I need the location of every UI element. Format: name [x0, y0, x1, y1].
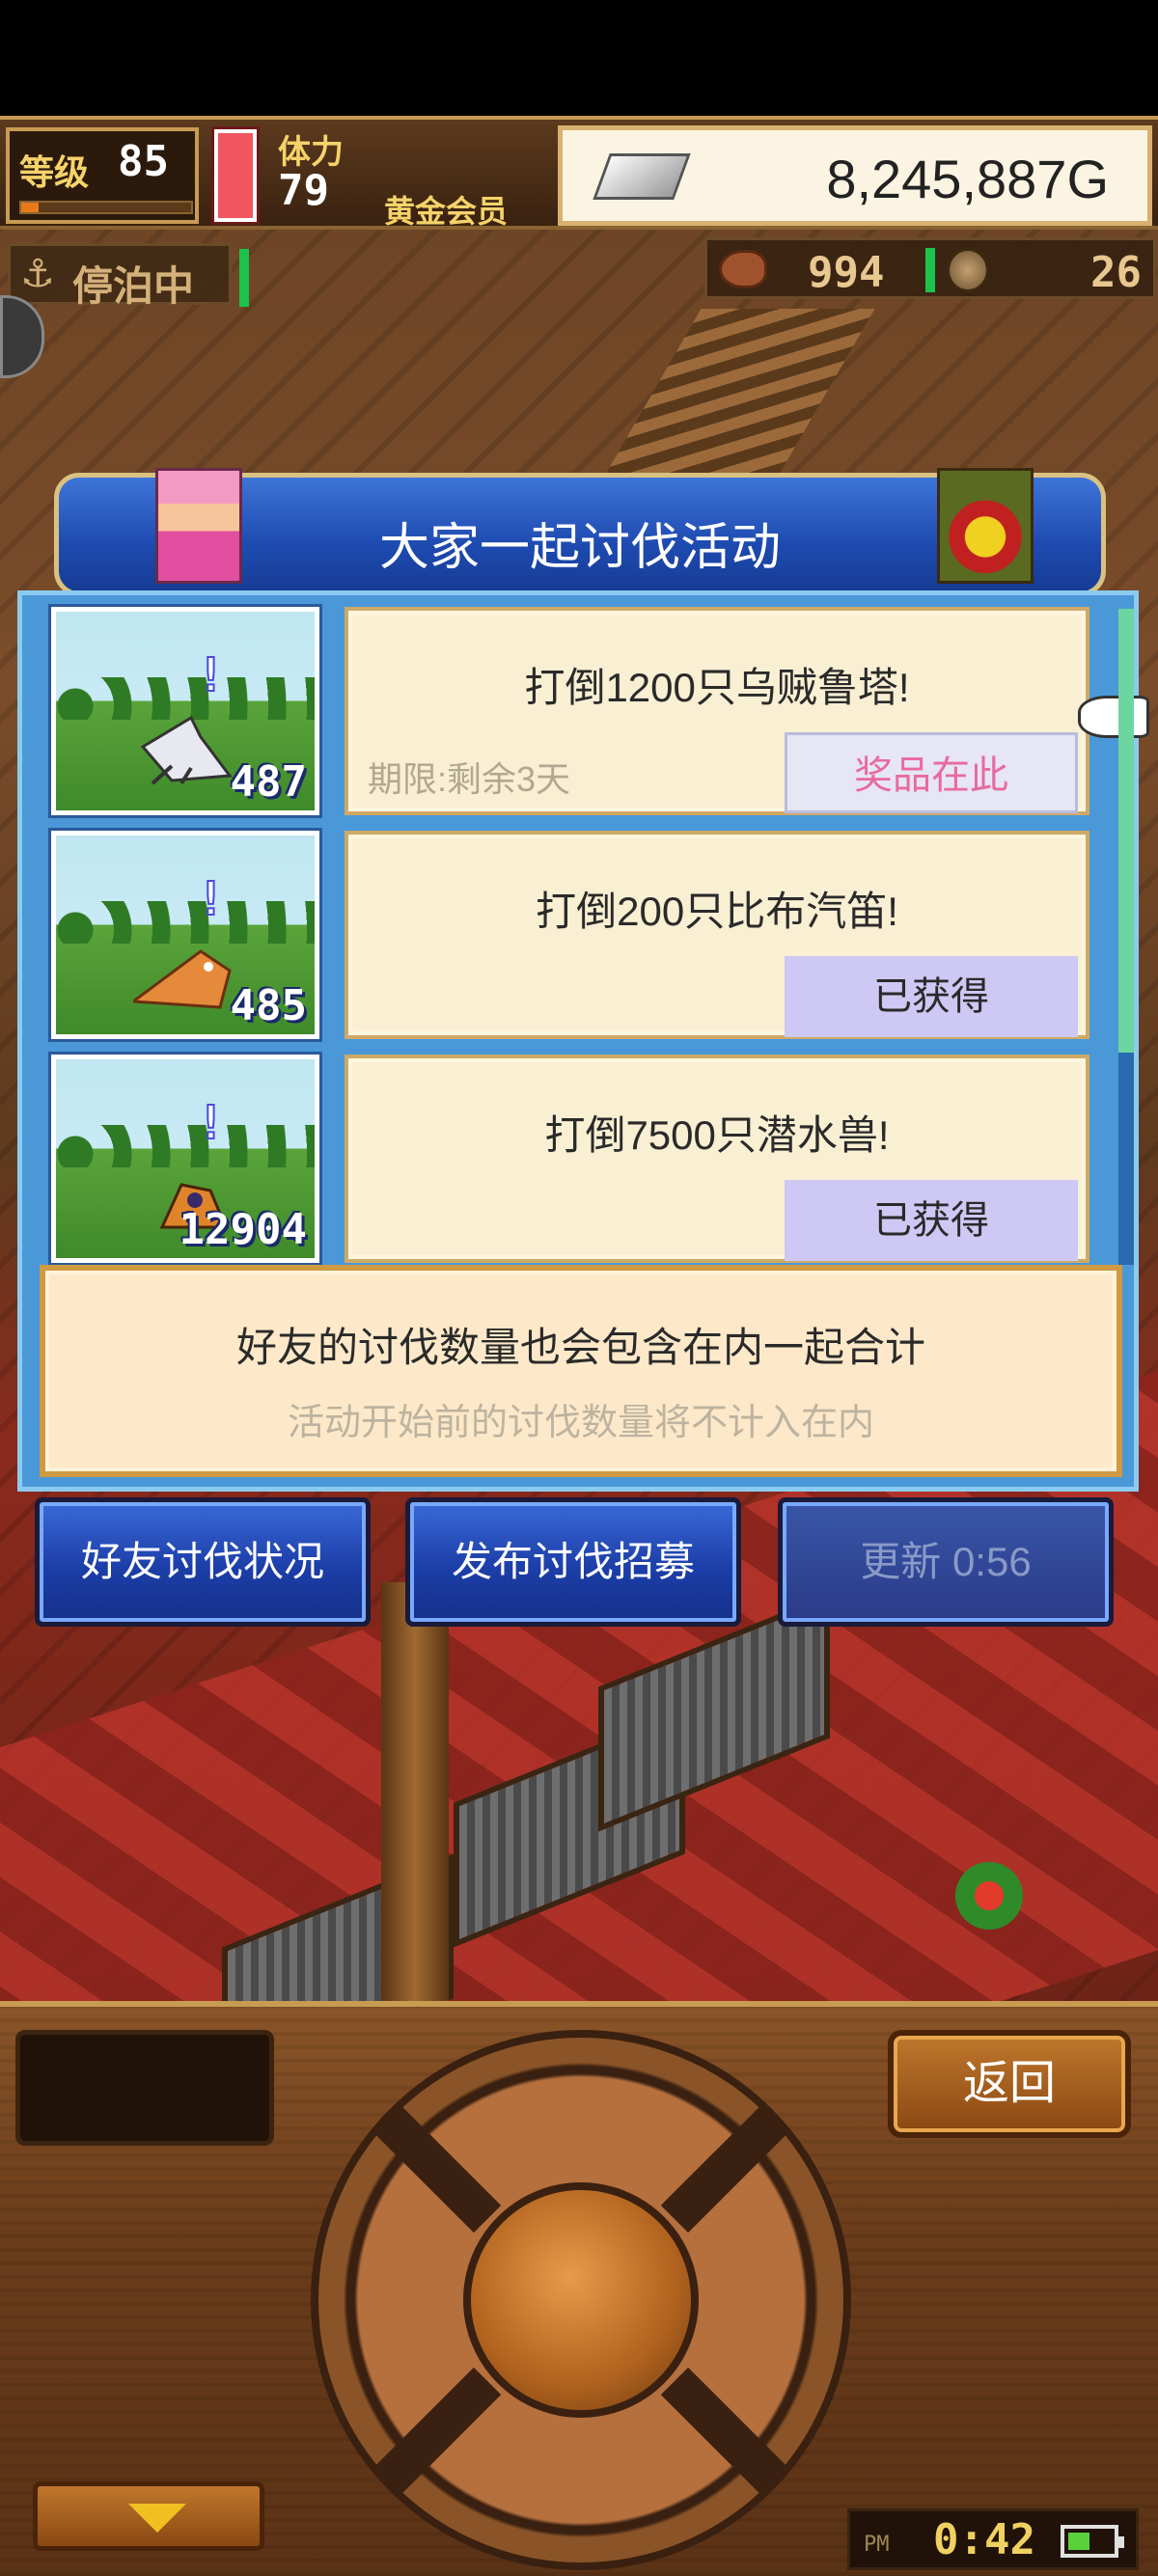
level-panel: 等级 85 — [6, 127, 199, 224]
medal-count: 26 — [1090, 248, 1142, 297]
claimed-button[interactable]: 已获得 — [785, 956, 1078, 1037]
post-recruit-button[interactable]: 发布讨伐招募 — [405, 1497, 741, 1627]
silver-bar-icon — [593, 153, 691, 200]
control-console: 返回 PM 0:42 — [0, 2001, 1158, 2576]
alert-icon: ! — [196, 1095, 226, 1151]
quest-row[interactable]: ! 487 打倒1200只乌贼鲁塔! 期限:剩余3天 奖品在此 — [34, 595, 1105, 815]
flower-pot — [955, 1862, 1023, 1930]
quest-objective: 打倒7500只潜水兽! — [544, 1112, 890, 1158]
back-button[interactable]: 返回 — [888, 2030, 1131, 2138]
food-icon — [719, 250, 767, 288]
kill-count: 485 — [230, 981, 307, 1030]
gold-amount: 8,245,887G — [826, 149, 1109, 209]
refresh-button[interactable]: 更新 0:56 — [778, 1497, 1114, 1627]
claimed-button[interactable]: 已获得 — [785, 1180, 1078, 1261]
docked-label: 停泊中 — [72, 262, 195, 310]
event-modal: ! 487 打倒1200只乌贼鲁塔! 期限:剩余3天 奖品在此 ! 485 打倒… — [17, 590, 1149, 1492]
knight-character-icon — [937, 468, 1034, 584]
squid-monster-icon — [140, 715, 233, 785]
quest-card: 打倒1200只乌贼鲁塔! 期限:剩余3天 奖品在此 — [345, 607, 1089, 815]
dpad-spoke — [660, 2367, 791, 2498]
level-progress-fill — [21, 203, 39, 212]
wooden-post — [381, 1582, 449, 2007]
stamina-value: 79 — [278, 166, 329, 215]
quest-objective: 打倒200只比布汽笛! — [536, 889, 898, 934]
level-label: 等级 — [19, 153, 90, 193]
fish-monster-icon — [133, 949, 232, 1009]
quest-objective: 打倒1200只乌贼鲁塔! — [524, 665, 910, 710]
quest-card: 打倒7500只潜水兽! 已获得 — [345, 1055, 1089, 1263]
info-note: 好友的讨伐数量也会包含在内一起合计 活动开始前的讨伐数量将不计入在内 — [40, 1265, 1122, 1477]
dpad-spoke — [371, 2367, 502, 2498]
clock-ampm: PM — [864, 2533, 890, 2557]
alert-icon: ! — [196, 871, 226, 927]
modal-header: 大家一起讨伐活动 — [54, 468, 1106, 596]
quest-deadline: 期限:剩余3天 — [368, 759, 571, 799]
mini-screen — [15, 2030, 274, 2146]
kill-count: 487 — [230, 757, 307, 807]
food-gauge — [925, 248, 935, 292]
quest-row[interactable]: ! 485 打倒200只比布汽笛! 已获得 — [34, 819, 1105, 1039]
anchor-icon: ⚓ — [20, 252, 55, 296]
friend-status-button[interactable]: 好友讨伐状况 — [35, 1497, 371, 1627]
kill-count: 12904 — [179, 1205, 307, 1254]
stamina-gauge — [214, 129, 257, 222]
quest-list[interactable]: ! 487 打倒1200只乌贼鲁塔! 期限:剩余3天 奖品在此 ! 485 打倒… — [34, 595, 1149, 1269]
battery-icon — [1061, 2525, 1124, 2558]
hand-pointer-icon — [1078, 696, 1149, 738]
quest-row[interactable]: ! 12904 打倒7500只潜水兽! 已获得 — [34, 1043, 1105, 1263]
membership-badge: 黄金会员 — [384, 193, 509, 230]
dpad-spoke — [660, 2102, 791, 2233]
chevron-down-icon — [128, 2504, 186, 2533]
docked-status: ⚓ 停泊中 — [8, 243, 232, 310]
quest-thumbnail: ! 12904 — [51, 1055, 319, 1263]
menu-toggle-button[interactable] — [33, 2481, 264, 2551]
status-bar: 等级 85 体力 79 黄金会员 8,245,887G — [0, 116, 1158, 230]
quest-card: 打倒200只比布汽笛! 已获得 — [345, 831, 1089, 1039]
level-progress-bar — [19, 201, 193, 214]
dpad-spoke — [371, 2102, 502, 2233]
note-main-text: 好友的讨伐数量也会包含在内一起合计 — [235, 1325, 925, 1370]
gold-panel: 8,245,887G — [558, 125, 1152, 226]
docked-indicator — [239, 249, 249, 307]
dpad-center-button[interactable] — [463, 2182, 699, 2418]
level-value: 85 — [118, 137, 169, 186]
clock-panel: PM 0:42 — [847, 2508, 1139, 2570]
prize-button[interactable]: 奖品在此 — [785, 732, 1078, 813]
scrollbar-thumb[interactable] — [1118, 609, 1134, 1053]
quest-scrollbar[interactable] — [1118, 609, 1134, 1265]
quest-thumbnail: ! 487 — [51, 607, 319, 815]
quest-thumbnail: ! 485 — [51, 831, 319, 1039]
medal-icon — [947, 248, 989, 292]
resource-panel: 994 26 — [704, 237, 1156, 299]
food-count: 994 — [808, 248, 885, 297]
dpad-control[interactable] — [311, 2030, 851, 2570]
note-sub-text: 活动开始前的讨伐数量将不计入在内 — [287, 1403, 874, 1443]
alert-icon: ! — [196, 647, 226, 703]
clock-time: 0:42 — [933, 2515, 1035, 2564]
